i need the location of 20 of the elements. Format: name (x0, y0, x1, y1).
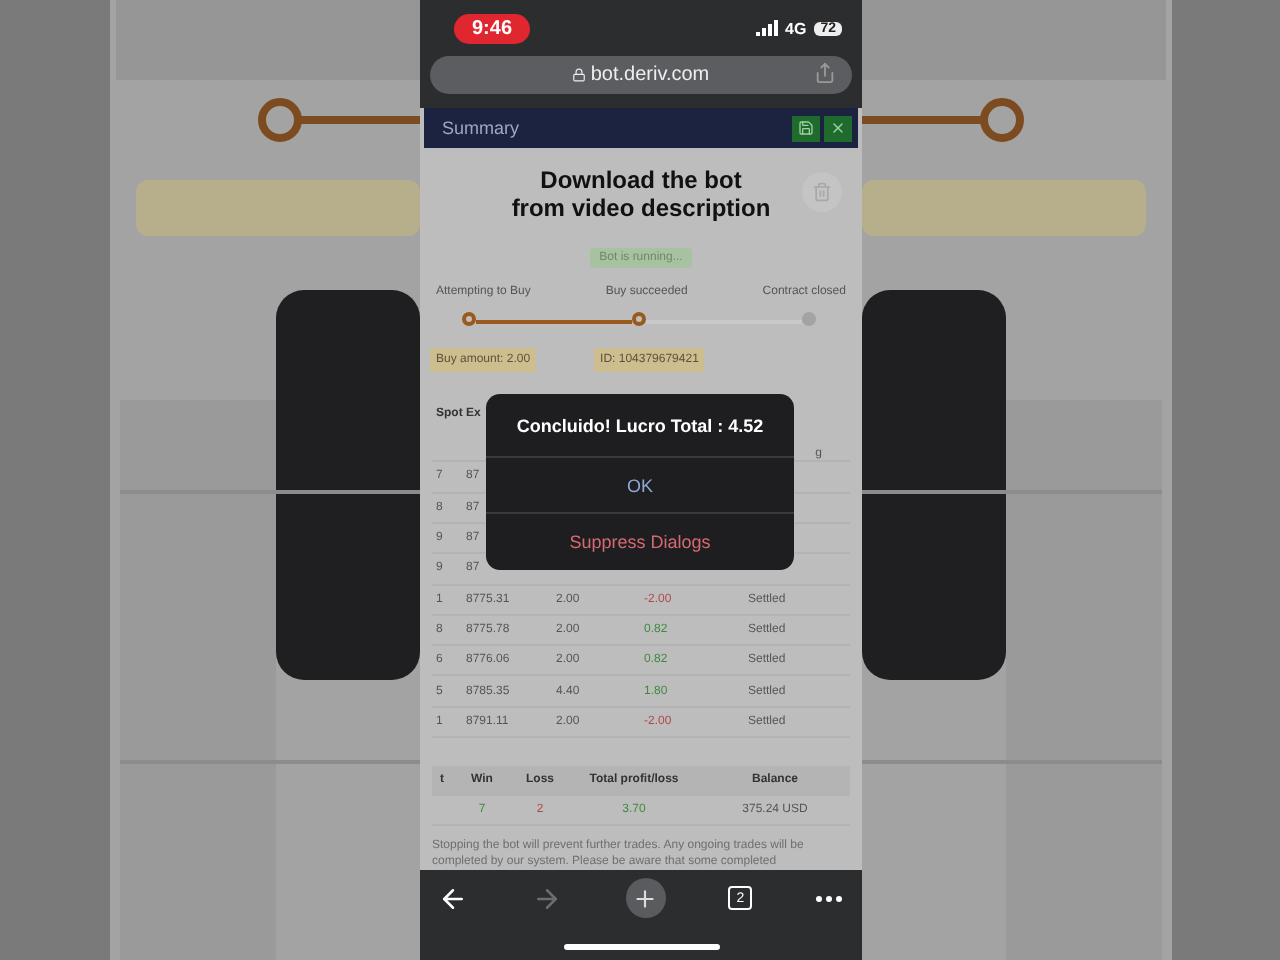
overlay-caption: Download the bot from video description (511, 166, 771, 223)
close-button[interactable] (824, 115, 852, 142)
close-icon (830, 120, 846, 137)
lock-icon (572, 68, 587, 83)
dialog-button[interactable]: OK (486, 458, 794, 515)
save-button[interactable] (792, 115, 820, 142)
dialog-button[interactable]: Suppress Dialogs (486, 514, 794, 571)
save-icon (798, 120, 814, 137)
dialog-message: Concluido! Lucro Total : 4.52 (486, 394, 794, 459)
back-button[interactable] (438, 883, 468, 913)
more-button[interactable] (816, 895, 842, 901)
panel-title: Summary (442, 118, 520, 139)
network-label: 4G (785, 19, 807, 37)
new-tab-button[interactable] (625, 878, 665, 918)
arrow-right-icon (531, 883, 562, 913)
signal-icon (755, 20, 778, 36)
more-icon (816, 895, 842, 901)
address-bar[interactable]: bot.deriv.com (430, 56, 852, 95)
clock: 9:46 (454, 13, 531, 43)
plus-icon (632, 885, 658, 911)
